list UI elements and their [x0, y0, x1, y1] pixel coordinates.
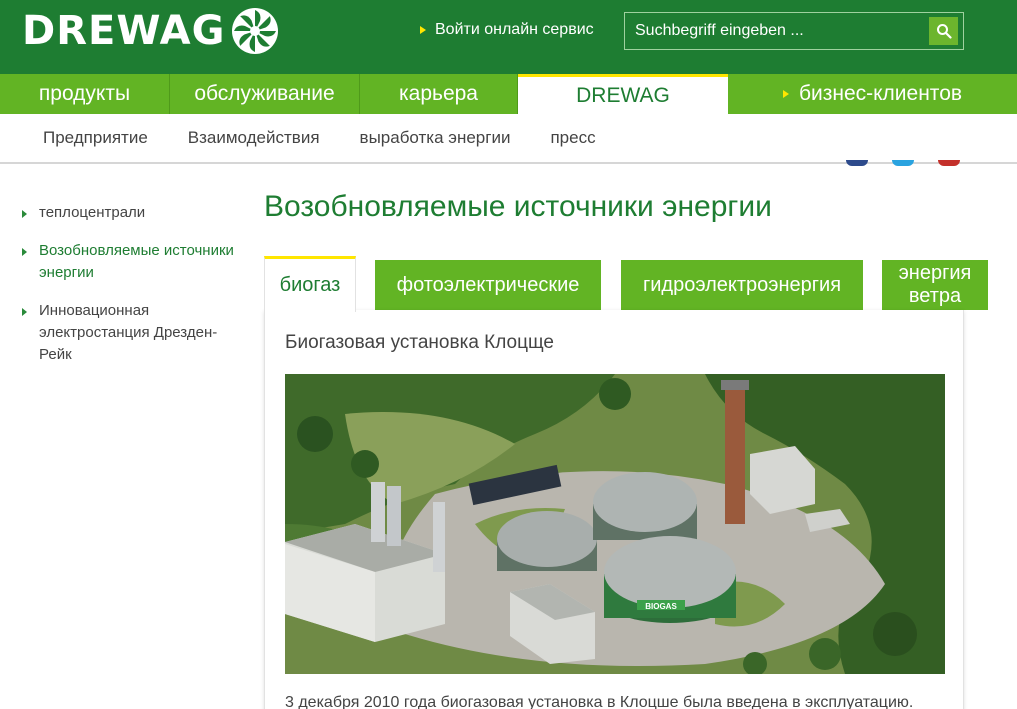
logo-wheel-icon — [232, 8, 279, 54]
arrow-icon — [22, 248, 27, 256]
nav-business-clients[interactable]: бизнес-клиентов — [728, 74, 1017, 114]
top-header: DREWAG Войти онлайн сервис — [0, 0, 1017, 74]
tab-wind-energy[interactable]: энергия ветра — [882, 260, 988, 310]
tab-wind-energy-label: энергия ветра — [898, 262, 972, 307]
facebook-icon[interactable] — [846, 160, 868, 166]
subnav-company[interactable]: Предприятие — [43, 128, 148, 148]
nav-drewag[interactable]: DREWAG — [518, 74, 728, 114]
sidebar: теплоцентрали Возобновляемые источники э… — [22, 202, 242, 382]
sidebar-item-label: теплоцентрали — [39, 204, 146, 221]
nav-products[interactable]: продукты — [0, 74, 170, 114]
nav-business-clients-label: бизнес-клиентов — [798, 82, 963, 105]
panel-title: Биогазовая установка Клоцще — [285, 332, 554, 353]
youtube-icon[interactable] — [938, 160, 960, 166]
search-icon — [936, 24, 952, 39]
tab-hydropower-label: гидроэлектроэнергия — [642, 273, 842, 296]
sub-navigation: Предприятие Взаимодействия выработка эне… — [0, 114, 1017, 164]
logo-text: DREWAG — [22, 8, 226, 54]
tab-hydropower[interactable]: гидроэлектроэнергия — [621, 260, 863, 310]
nav-drewag-label: DREWAG — [576, 83, 670, 107]
nav-products-label: продукты — [38, 82, 131, 105]
nav-service[interactable]: обслуживание — [170, 74, 360, 114]
twitter-icon[interactable] — [892, 160, 914, 166]
nav-career-label: карьера — [399, 82, 478, 105]
tab-biogas[interactable]: биогаз — [264, 256, 356, 312]
search-box — [624, 12, 964, 50]
sidebar-item-renewables[interactable]: Возобновляемые источники энергии — [22, 240, 242, 284]
tab-panel: Биогазовая установка Клоцще BIOGAS 3 дек… — [264, 310, 964, 709]
tab-photovoltaic-label: фотоэлектрические — [396, 273, 580, 296]
biogas-sign: BIOGAS — [645, 602, 677, 611]
sidebar-item-innovative-plant[interactable]: Инновационная электростанция Дрезден-Рей… — [22, 300, 242, 366]
sidebar-item-label: Инновационная электростанция Дрезден-Рей… — [39, 302, 218, 363]
page-title: Возобновляемые источники энергии — [264, 190, 772, 223]
drewag-logo[interactable]: DREWAG — [22, 8, 279, 54]
tab-biogas-label: биогаз — [279, 274, 341, 296]
online-service-link[interactable]: Войти онлайн сервис — [420, 21, 594, 39]
nav-service-label: обслуживание — [194, 82, 335, 105]
aerial-photo-illustration: BIOGAS — [285, 374, 945, 674]
arrow-icon — [22, 308, 27, 316]
subnav-press[interactable]: пресс — [550, 128, 595, 148]
arrow-icon — [782, 90, 789, 98]
panel-text: 3 декабря 2010 года биогазовая установка… — [285, 694, 914, 709]
tab-photovoltaic[interactable]: фотоэлектрические — [375, 260, 601, 310]
subnav-interactions[interactable]: Взаимодействия — [188, 128, 320, 148]
search-button[interactable] — [929, 17, 958, 45]
arrow-icon — [22, 210, 27, 218]
search-input[interactable] — [625, 22, 925, 40]
arrow-icon — [420, 26, 426, 34]
nav-career[interactable]: карьера — [360, 74, 518, 114]
sidebar-item-heating-plants[interactable]: теплоцентрали — [22, 202, 242, 224]
biogas-plant-photo: BIOGAS — [285, 374, 945, 674]
online-service-label: Войти онлайн сервис — [435, 21, 594, 38]
sidebar-item-label: Возобновляемые источники энергии — [39, 242, 234, 281]
main-navigation: продукты обслуживание карьера DREWAG биз… — [0, 74, 1017, 114]
social-icons — [846, 160, 960, 166]
subnav-energy-generation[interactable]: выработка энергии — [360, 128, 511, 148]
